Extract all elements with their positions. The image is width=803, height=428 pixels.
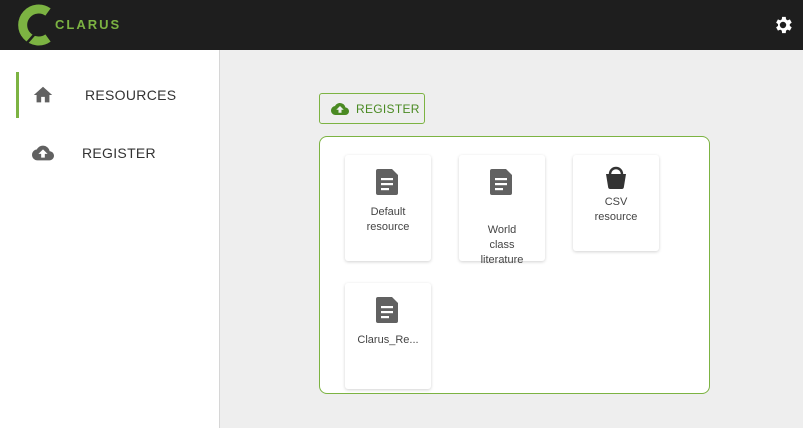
resource-card-csv[interactable]: CSV resource: [573, 155, 659, 251]
cloud-upload-icon: [331, 103, 349, 115]
cloud-upload-icon: [32, 145, 54, 161]
sidebar-item-label: RESOURCES: [85, 87, 177, 103]
clarus-logo-icon[interactable]: [18, 4, 60, 46]
document-icon: [376, 169, 398, 195]
document-icon: [490, 169, 512, 195]
home-icon: [33, 86, 53, 103]
resource-card-label: Default resource: [366, 206, 410, 233]
resource-card-clarus-re[interactable]: Clarus_Re...: [345, 283, 431, 389]
resource-card-world-class-literature[interactable]: World class literature: [459, 155, 545, 266]
top-bar: CLARUS: [0, 0, 803, 50]
document-icon: [376, 297, 398, 323]
basket-icon: [606, 166, 626, 190]
sidebar: RESOURCES REGISTER: [0, 50, 220, 428]
register-button-label: REGISTER: [356, 102, 420, 116]
sidebar-item-label: REGISTER: [82, 145, 156, 161]
logo-text: CLARUS: [55, 17, 122, 32]
resource-card-label: Clarus_Re...: [357, 334, 419, 346]
resource-card-default[interactable]: Default resource: [345, 155, 431, 261]
resources-panel: Default resource World class literature …: [319, 136, 710, 394]
sidebar-item-register[interactable]: REGISTER: [0, 130, 219, 176]
gear-icon[interactable]: [772, 14, 794, 36]
register-button[interactable]: REGISTER: [319, 93, 425, 124]
sidebar-item-resources[interactable]: RESOURCES: [0, 72, 219, 118]
resource-card-label: CSV resource: [594, 196, 638, 223]
resource-card-label: World class literature: [480, 224, 524, 266]
